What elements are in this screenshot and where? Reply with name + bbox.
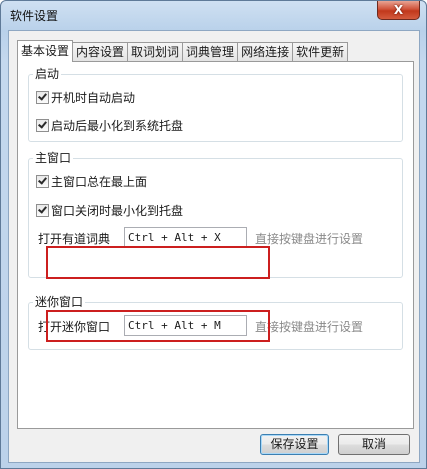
mini-hotkey-hint: 直接按键盘进行设置	[255, 320, 364, 334]
tab-word-capture[interactable]: 取词划词	[127, 42, 184, 62]
auto-start-label: 开机时自动启动	[51, 91, 136, 105]
dialog-body: 基本设置 内容设置 取词划词 词典管理 网络连接 软件更新 启动 开机时自动启动…	[8, 30, 420, 463]
startup-group-title: 启动	[33, 67, 62, 81]
main-window-group-title: 主窗口	[33, 151, 74, 165]
always-on-top-checkbox[interactable]	[36, 175, 49, 188]
mini-hotkey-highlight	[46, 310, 270, 342]
tab-strip: 基本设置 内容设置 取词划词 词典管理 网络连接 软件更新	[17, 40, 349, 62]
check-mark-icon	[38, 175, 47, 185]
close-button[interactable]: X	[377, 1, 420, 20]
tab-basic-settings[interactable]: 基本设置	[17, 40, 74, 62]
settings-window: 软件设置 X 基本设置 内容设置 取词划词 词典管理 网络连接 软件更新 启动 …	[0, 0, 427, 469]
check-mark-icon	[38, 91, 47, 101]
startup-group: 启动 开机时自动启动 启动后最小化到系统托盘	[28, 67, 403, 142]
tab-software-update[interactable]: 软件更新	[292, 42, 349, 62]
close-icon: X	[393, 3, 404, 17]
tab-network[interactable]: 网络连接	[237, 42, 294, 62]
minimize-to-tray-label: 启动后最小化到系统托盘	[51, 119, 184, 133]
window-title: 软件设置	[10, 9, 59, 23]
close-to-tray-label: 窗口关闭时最小化到托盘	[51, 204, 184, 218]
main-hotkey-highlight	[46, 246, 270, 279]
tab-content-settings[interactable]: 内容设置	[72, 42, 129, 62]
tab-panel-basic-settings: 启动 开机时自动启动 启动后最小化到系统托盘 主窗口 主窗口总在最上面 窗口关闭…	[17, 61, 414, 429]
close-to-tray-checkbox[interactable]	[36, 204, 49, 217]
close-to-tray-option[interactable]: 窗口关闭时最小化到托盘	[36, 202, 183, 219]
title-bar[interactable]: 软件设置 X	[1, 1, 426, 29]
always-on-top-option[interactable]: 主窗口总在最上面	[36, 173, 147, 190]
main-hotkey-input[interactable]: Ctrl + Alt + X	[124, 227, 247, 248]
minimize-to-tray-checkbox[interactable]	[36, 119, 49, 132]
main-hotkey-label: 打开有道词典	[38, 232, 111, 246]
auto-start-checkbox[interactable]	[36, 91, 49, 104]
main-hotkey-hint: 直接按键盘进行设置	[255, 232, 364, 246]
minimize-to-tray-option[interactable]: 启动后最小化到系统托盘	[36, 117, 183, 134]
save-settings-button[interactable]: 保存设置	[260, 434, 329, 455]
tab-dictionary-management[interactable]: 词典管理	[182, 42, 239, 62]
auto-start-option[interactable]: 开机时自动启动	[36, 89, 135, 106]
cancel-button[interactable]: 取消	[338, 434, 410, 455]
mini-window-group-title: 迷你窗口	[33, 295, 86, 309]
check-mark-icon	[38, 119, 47, 129]
check-mark-icon	[38, 204, 47, 214]
always-on-top-label: 主窗口总在最上面	[51, 175, 148, 189]
